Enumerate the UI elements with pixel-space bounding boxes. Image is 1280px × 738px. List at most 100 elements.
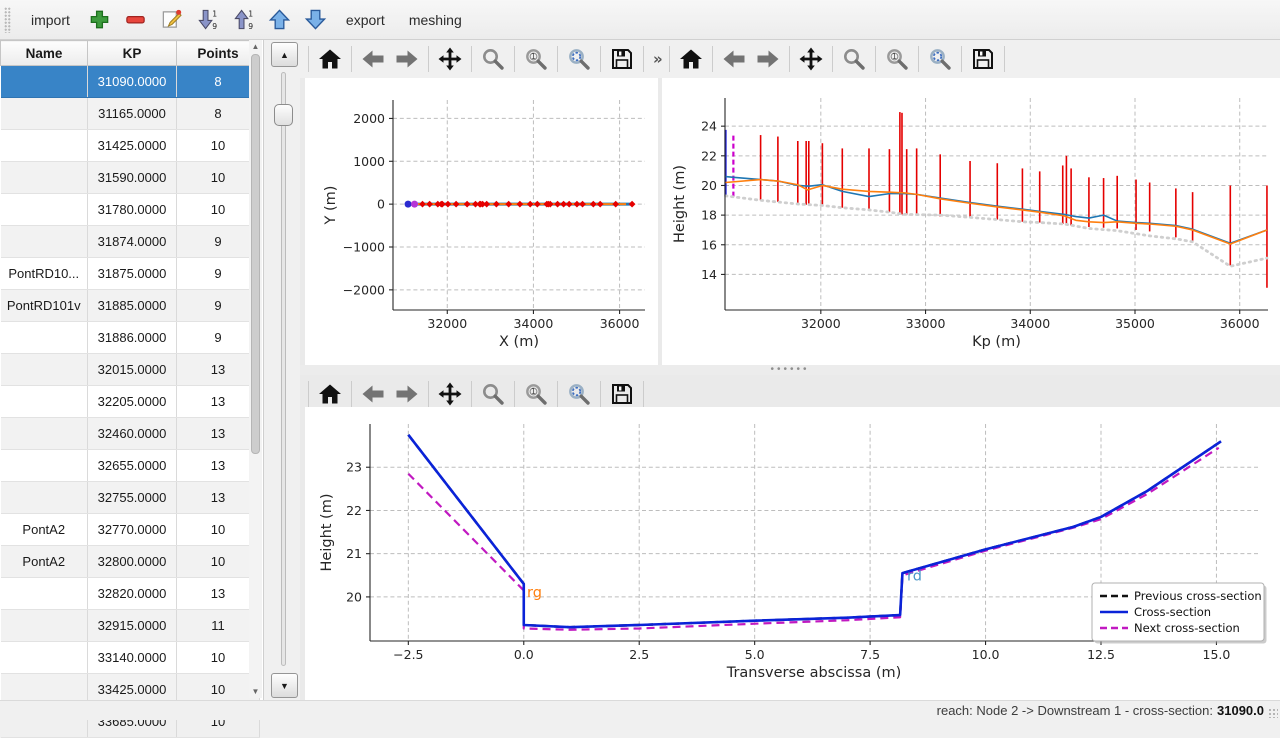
table-row[interactable]: 31590.000010 bbox=[1, 162, 260, 194]
zoom-one-button[interactable] bbox=[881, 43, 913, 75]
svg-text:Y (m): Y (m) bbox=[323, 186, 339, 226]
zoom-selection-button[interactable] bbox=[563, 378, 595, 410]
table-row[interactable]: 32820.000013 bbox=[1, 578, 260, 610]
forward-button[interactable] bbox=[391, 43, 423, 75]
scroll-down-icon[interactable]: ▼ bbox=[249, 685, 262, 698]
table-row[interactable]: PontRD101v31885.00009 bbox=[1, 290, 260, 322]
slider-up-button[interactable]: ▲ bbox=[271, 42, 298, 67]
slider-handle[interactable] bbox=[274, 104, 293, 126]
table-row[interactable]: 33140.000010 bbox=[1, 642, 260, 674]
pan-button[interactable] bbox=[434, 378, 466, 410]
svg-text:−1000: −1000 bbox=[343, 240, 385, 255]
column-header-points[interactable]: Points bbox=[177, 41, 260, 66]
move-down-button[interactable] bbox=[300, 4, 332, 36]
svg-text:12.5: 12.5 bbox=[1087, 647, 1115, 662]
toolbar-grip[interactable] bbox=[4, 7, 11, 33]
zoom-one-icon bbox=[524, 382, 548, 406]
pan-button[interactable] bbox=[434, 43, 466, 75]
edit-button[interactable] bbox=[156, 4, 188, 36]
sort-ascending-button[interactable] bbox=[228, 4, 260, 36]
resize-grip[interactable] bbox=[1268, 708, 1278, 718]
toolbar-separator bbox=[600, 381, 601, 407]
plots-area: » 320003400036000−2000−1000010002000X (m… bbox=[300, 40, 1280, 700]
table-row[interactable]: 31425.000010 bbox=[1, 130, 260, 162]
forward-icon bbox=[395, 47, 419, 71]
sort-descending-icon bbox=[196, 8, 219, 31]
table-row[interactable]: 32915.000011 bbox=[1, 610, 260, 642]
svg-text:22: 22 bbox=[346, 503, 362, 518]
back-button[interactable] bbox=[357, 43, 389, 75]
svg-text:15.0: 15.0 bbox=[1203, 647, 1231, 662]
home-button[interactable] bbox=[314, 378, 346, 410]
zoom-one-button[interactable] bbox=[520, 43, 552, 75]
toolbar-separator bbox=[428, 381, 429, 407]
save-button[interactable] bbox=[606, 378, 638, 410]
meshing-button[interactable]: meshing bbox=[399, 8, 472, 32]
pan-button[interactable] bbox=[795, 43, 827, 75]
slider-down-button[interactable]: ▼ bbox=[271, 673, 298, 698]
svg-text:22: 22 bbox=[701, 148, 717, 163]
table-row[interactable]: PontRD10...31875.00009 bbox=[1, 258, 260, 290]
table-row[interactable]: 32015.000013 bbox=[1, 354, 260, 386]
forward-icon bbox=[395, 382, 419, 406]
zoom-button[interactable] bbox=[477, 43, 509, 75]
table-row[interactable]: PontA232800.000010 bbox=[1, 546, 260, 578]
svg-text:36000: 36000 bbox=[1220, 316, 1260, 331]
status-bar: reach: Node 2 -> Downstream 1 - cross-se… bbox=[0, 700, 1280, 720]
table-scrollbar-thumb[interactable] bbox=[251, 54, 260, 454]
back-button[interactable] bbox=[718, 43, 750, 75]
home-button[interactable] bbox=[675, 43, 707, 75]
import-button[interactable]: import bbox=[21, 8, 80, 32]
table-row[interactable]: 31780.000010 bbox=[1, 194, 260, 226]
toolbar-separator bbox=[918, 46, 919, 72]
add-icon bbox=[88, 8, 111, 31]
zoom-one-button[interactable] bbox=[520, 378, 552, 410]
svg-text:Next cross-section: Next cross-section bbox=[1134, 621, 1240, 635]
zoom-one-icon bbox=[524, 47, 548, 71]
zoom-button[interactable] bbox=[477, 378, 509, 410]
zoom-selection-button[interactable] bbox=[563, 43, 595, 75]
toolbar-overflow-button[interactable]: » bbox=[649, 50, 667, 68]
home-button[interactable] bbox=[314, 43, 346, 75]
save-button[interactable] bbox=[967, 43, 999, 75]
toolbar-separator bbox=[789, 46, 790, 72]
table-row[interactable]: 31165.00008 bbox=[1, 98, 260, 130]
splitter-handle-dots: •••••• bbox=[770, 368, 809, 372]
slider-track[interactable] bbox=[281, 72, 286, 666]
save-button[interactable] bbox=[606, 43, 638, 75]
table-row[interactable]: 31090.00008 bbox=[1, 66, 260, 98]
column-header-kp[interactable]: KP bbox=[88, 41, 177, 66]
svg-text:36000: 36000 bbox=[600, 316, 640, 331]
forward-button[interactable] bbox=[752, 43, 784, 75]
back-icon bbox=[361, 382, 385, 406]
scroll-up-icon[interactable]: ▲ bbox=[249, 40, 262, 53]
table-row[interactable]: 32655.000013 bbox=[1, 450, 260, 482]
export-button[interactable]: export bbox=[336, 8, 395, 32]
plan-plot-canvas[interactable]: 320003400036000−2000−1000010002000X (m)Y… bbox=[305, 78, 658, 365]
table-row[interactable]: 32460.000013 bbox=[1, 418, 260, 450]
table-row[interactable]: 31874.00009 bbox=[1, 226, 260, 258]
svg-text:33000: 33000 bbox=[906, 316, 946, 331]
svg-text:23: 23 bbox=[346, 460, 362, 475]
svg-text:X (m): X (m) bbox=[499, 334, 539, 350]
zoom-selection-button[interactable] bbox=[924, 43, 956, 75]
forward-button[interactable] bbox=[391, 378, 423, 410]
table-row[interactable]: 32755.000013 bbox=[1, 482, 260, 514]
profile-plot-canvas[interactable]: 3200033000340003500036000141618202224Kp … bbox=[662, 78, 1280, 365]
pan-icon bbox=[799, 47, 823, 71]
add-button[interactable] bbox=[84, 4, 116, 36]
cross-section-plot-canvas[interactable]: rgrd−2.50.02.55.07.510.012.515.020212223… bbox=[305, 407, 1280, 700]
move-up-button[interactable] bbox=[264, 4, 296, 36]
table-row[interactable]: 32205.000013 bbox=[1, 386, 260, 418]
svg-text:Previous cross-section: Previous cross-section bbox=[1134, 589, 1262, 603]
table-scrollbar[interactable]: ▲ ▼ bbox=[249, 40, 262, 698]
table-row[interactable]: PontA232770.000010 bbox=[1, 514, 260, 546]
remove-button[interactable] bbox=[120, 4, 152, 36]
zoom-button[interactable] bbox=[838, 43, 870, 75]
back-button[interactable] bbox=[357, 378, 389, 410]
column-header-name[interactable]: Name bbox=[1, 41, 88, 66]
edit-icon bbox=[160, 8, 183, 31]
table-row[interactable]: 31886.00009 bbox=[1, 322, 260, 354]
sort-descending-button[interactable] bbox=[192, 4, 224, 36]
horizontal-splitter[interactable]: •••••• bbox=[300, 365, 1280, 375]
